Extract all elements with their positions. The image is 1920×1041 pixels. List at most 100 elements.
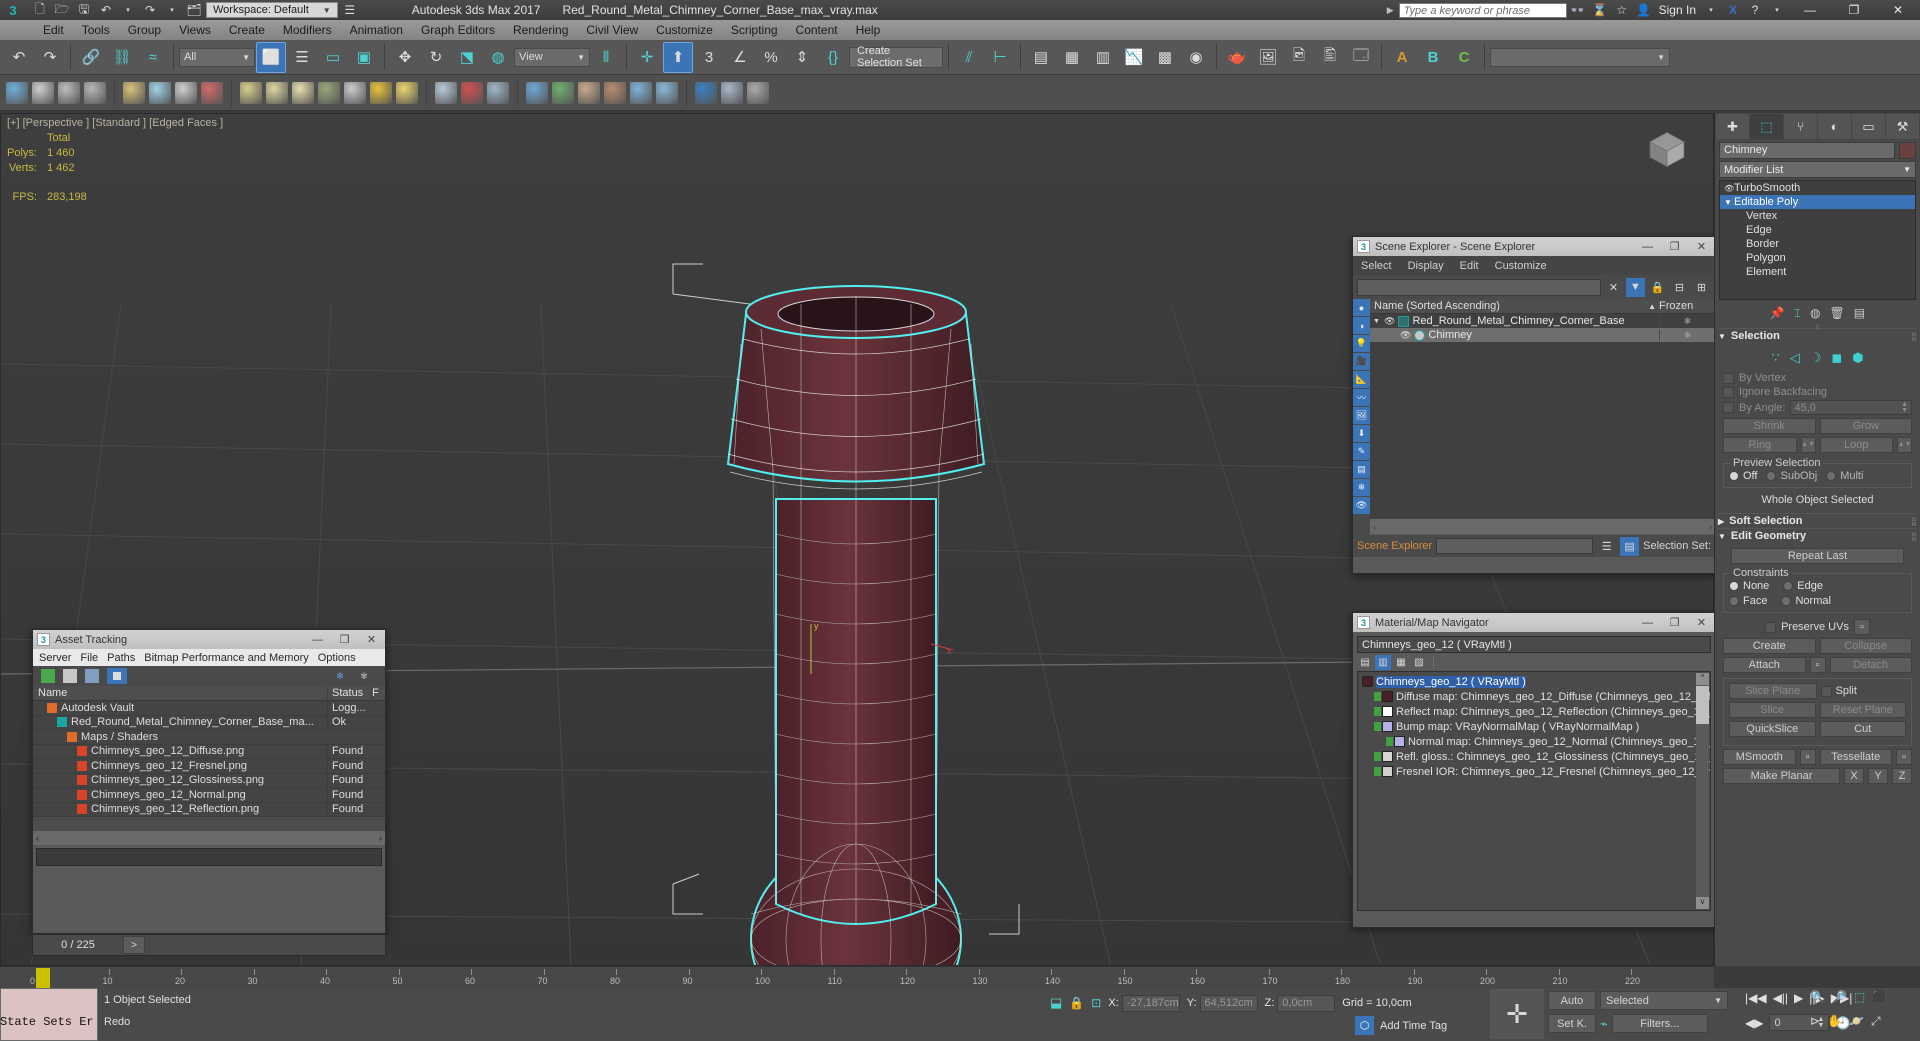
material-swatch[interactable] bbox=[1382, 721, 1393, 732]
atelier-c-icon[interactable]: C bbox=[1449, 42, 1479, 73]
scroll-left-icon[interactable]: ‹ bbox=[36, 833, 39, 843]
spline-icon[interactable] bbox=[149, 81, 171, 104]
material-editor-icon[interactable]: ◉ bbox=[1181, 42, 1211, 73]
material-tree[interactable]: Chimneys_geo_12 ( VRayMtl ) Diffuse map: … bbox=[1357, 671, 1711, 911]
minimize-button[interactable]: — bbox=[1634, 237, 1661, 256]
make-planar-y-button[interactable]: Y bbox=[1868, 768, 1888, 784]
clear-search-icon[interactable]: ✕ bbox=[1604, 278, 1623, 297]
scene-explorer-window[interactable]: 3 Scene Explorer - Scene Explorer — ❐ ✕ … bbox=[1352, 236, 1716, 574]
skin-icon[interactable] bbox=[604, 81, 626, 104]
scene-explorer-footer-field[interactable] bbox=[1436, 538, 1594, 554]
modifier-visibility-eye-icon[interactable]: 👁 bbox=[1724, 184, 1734, 193]
by-vertex-row[interactable]: By Vertex bbox=[1723, 372, 1912, 384]
asset-tracking-title-bar[interactable]: 3 Asset Tracking — ❐ ✕ bbox=[33, 630, 385, 649]
material-tree-row[interactable]: Bump map: VRayNormalMap ( VRayNormalMap … bbox=[1358, 719, 1710, 734]
preview-multi-radio[interactable] bbox=[1826, 471, 1837, 481]
cut-button[interactable]: Cut bbox=[1819, 721, 1906, 737]
auto-key-button[interactable]: Auto bbox=[1548, 991, 1596, 1010]
rollout-grip-icon[interactable]: ⣿ bbox=[1911, 532, 1917, 541]
make-planar-button[interactable]: Make Planar bbox=[1723, 768, 1840, 784]
asset-row[interactable]: Maps / Shaders bbox=[33, 730, 385, 745]
create-button[interactable]: Create bbox=[1723, 638, 1816, 654]
scroll-up-icon[interactable]: ^ bbox=[1696, 673, 1709, 685]
show-end-result-icon[interactable]: ⌶ bbox=[1794, 306, 1801, 321]
split-checkbox[interactable] bbox=[1820, 685, 1832, 697]
edit-named-selection-sets-icon[interactable]: {} bbox=[818, 42, 848, 73]
asset-row[interactable]: Red_Round_Metal_Chimney_Corner_Base_ma..… bbox=[33, 716, 385, 730]
loop-spinner-icon[interactable]: ▲▼ bbox=[1897, 437, 1912, 453]
arc-icon[interactable] bbox=[175, 81, 197, 104]
view-cube[interactable] bbox=[1643, 128, 1691, 168]
constraint-none-radio[interactable] bbox=[1729, 581, 1739, 591]
modifier-stack-item[interactable]: Border bbox=[1720, 237, 1915, 251]
by-vertex-checkbox[interactable] bbox=[1723, 372, 1734, 384]
scroll-right-icon[interactable]: › bbox=[379, 833, 382, 843]
close-button[interactable]: ✕ bbox=[358, 630, 385, 649]
thumbnail-icon[interactable] bbox=[85, 669, 99, 683]
edit-geometry-rollout-header[interactable]: ▼ Edit Geometry ⣿ bbox=[1718, 528, 1917, 543]
add-time-tag-area[interactable]: ⬡ Add Time Tag bbox=[1355, 1016, 1447, 1035]
material-tree-row[interactable]: Fresnel IOR: Chimneys_geo_12_Fresnel (Ch… bbox=[1358, 764, 1710, 779]
utilities-tab[interactable]: ⚒ bbox=[1886, 114, 1919, 139]
constraint-face-radio[interactable] bbox=[1729, 596, 1739, 606]
help-icon[interactable]: ? bbox=[1744, 0, 1766, 20]
spinner-snap-toggle-icon[interactable]: ∠ bbox=[725, 42, 755, 73]
asset-row[interactable]: Chimneys_geo_12_Fresnel.png Found bbox=[33, 759, 385, 774]
ripple-icon[interactable] bbox=[435, 81, 457, 104]
menu-item-customize[interactable]: Customize bbox=[647, 20, 722, 40]
frozen-filter-icon[interactable]: ❄ bbox=[1353, 479, 1370, 496]
tree-icon[interactable] bbox=[552, 81, 574, 104]
material-tree-row[interactable]: Chimneys_geo_12 ( VRayMtl ) bbox=[1358, 674, 1710, 689]
binoculars-icon[interactable]: 👓 bbox=[1567, 0, 1589, 20]
pin-icon[interactable] bbox=[461, 81, 483, 104]
xrefs-filter-icon[interactable]: ⬇ bbox=[1353, 425, 1370, 442]
material-tree-row[interactable]: Reflect map: Chimneys_geo_12_Reflection … bbox=[1358, 704, 1710, 719]
modifier-stack-item[interactable]: Polygon bbox=[1720, 251, 1915, 265]
search-expand-icon[interactable]: ▶ bbox=[1382, 5, 1399, 16]
preview-subobj-option[interactable]: SubObj bbox=[1766, 470, 1817, 482]
groups-filter-icon[interactable]: 🖼 bbox=[1353, 407, 1370, 424]
cameras-filter-icon[interactable]: 🎥 bbox=[1353, 353, 1370, 370]
render-elements-icon[interactable] bbox=[721, 81, 743, 104]
menu-item-graph-editors[interactable]: Graph Editors bbox=[412, 20, 504, 40]
help-chevron-icon[interactable]: ▾ bbox=[1766, 0, 1788, 20]
help-about-icon[interactable] bbox=[747, 81, 769, 104]
earth-icon[interactable] bbox=[526, 81, 548, 104]
sun-icon[interactable] bbox=[370, 81, 392, 104]
app-logo-icon[interactable]: 3 bbox=[0, 0, 26, 20]
by-angle-spinner[interactable]: 45,0 ▲ ▼ bbox=[1790, 400, 1912, 415]
slice-plane-button[interactable]: Slice Plane bbox=[1729, 683, 1817, 699]
visibility-eye-icon[interactable]: 👁 bbox=[1384, 316, 1395, 327]
menu-item-create[interactable]: Create bbox=[220, 20, 274, 40]
asset-tracking-menu-bitmap-performance-and-memory[interactable]: Bitmap Performance and Memory bbox=[144, 652, 308, 664]
hidden-filter-icon[interactable]: 👁 bbox=[1353, 497, 1370, 514]
user-icon[interactable]: 👤 bbox=[1633, 0, 1655, 20]
remove-modifier-icon[interactable]: 🗑 bbox=[1830, 306, 1845, 320]
select-and-move-icon[interactable]: ✥ bbox=[390, 42, 420, 73]
scene-explorer-row[interactable]: ▼ 👁 Red_Round_Metal_Chimney_Corner_Base ❄ bbox=[1370, 314, 1715, 328]
select-and-rotate-icon[interactable]: ↻ bbox=[421, 42, 451, 73]
selection-set-icon[interactable]: ▤ bbox=[1620, 536, 1640, 556]
scroll-left-icon[interactable]: ‹ bbox=[1373, 522, 1376, 532]
qat-overflow-icon[interactable]: ☰ bbox=[340, 1, 360, 19]
layer-explorer-icon[interactable]: ▤ bbox=[1026, 42, 1056, 73]
soft-selection-rollout-header[interactable]: ▶ Soft Selection ⣿ bbox=[1718, 513, 1917, 528]
make-unique-icon[interactable]: ◍ bbox=[1810, 306, 1820, 320]
cylinder-primitive-icon[interactable] bbox=[32, 81, 54, 104]
preserve-uvs-settings-icon[interactable]: ▫ bbox=[1853, 619, 1870, 635]
asset-tracking-window[interactable]: 3 Asset Tracking — ❐ ✕ Server File Paths Bi… bbox=[32, 629, 386, 934]
coordinate-y[interactable]: Y: 64,512cm bbox=[1187, 994, 1258, 1012]
snaps-toggle-icon[interactable]: ✛ bbox=[632, 42, 662, 73]
camera-icon[interactable] bbox=[630, 81, 652, 104]
shrink-button[interactable]: Shrink bbox=[1723, 418, 1816, 434]
help-icon[interactable]: ✻ bbox=[333, 669, 347, 683]
space-warps-filter-icon[interactable]: 〰 bbox=[1353, 389, 1370, 406]
modifier-stack-item[interactable]: 👁 TurboSmooth bbox=[1720, 181, 1915, 195]
sign-in-button[interactable]: Sign In bbox=[1655, 3, 1700, 17]
preview-subobj-radio[interactable] bbox=[1766, 471, 1777, 481]
loop-button[interactable]: Loop bbox=[1819, 437, 1893, 453]
detach-button[interactable]: Detach bbox=[1829, 657, 1912, 673]
modifier-expander-icon[interactable]: ▼ bbox=[1724, 198, 1734, 207]
lock-icon[interactable]: 🔒 bbox=[1648, 278, 1667, 297]
scroll-right-icon[interactable]: › bbox=[1709, 522, 1712, 532]
